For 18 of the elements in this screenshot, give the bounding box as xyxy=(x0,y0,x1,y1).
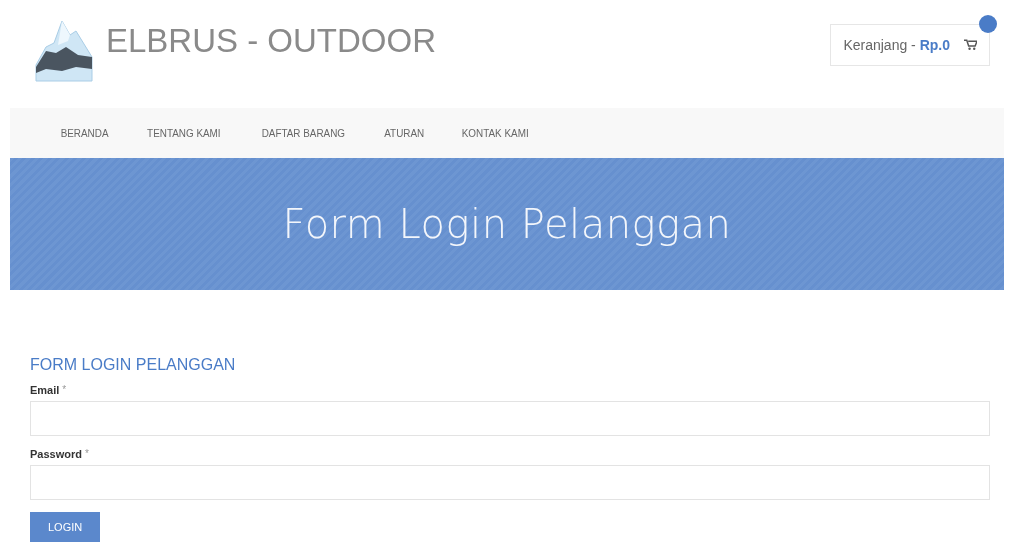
cart-button[interactable]: Keranjang - Rp.0 xyxy=(830,24,990,66)
required-mark: * xyxy=(84,448,89,460)
field-label: Password xyxy=(30,448,82,460)
site-title[interactable]: ELBRUS - OUTDOOR xyxy=(106,22,437,60)
input-field[interactable] xyxy=(30,401,990,436)
login-button[interactable]: LOGIN xyxy=(30,512,101,542)
nav-link[interactable]: DAFTAR BARANG xyxy=(261,127,345,139)
banner-title: Form Login Pelanggan xyxy=(282,201,732,247)
nav-link[interactable]: ATURAN xyxy=(383,127,424,139)
nav-link[interactable]: TENTANG KAMI xyxy=(147,127,221,139)
notification-dot xyxy=(979,15,997,33)
nav-link[interactable]: BERANDA xyxy=(60,127,109,139)
field-label: Email xyxy=(30,384,60,396)
required-mark: * xyxy=(62,384,67,396)
cart-icon xyxy=(964,39,977,51)
input-field[interactable] xyxy=(30,465,990,500)
nav-link[interactable]: KONTAK KAMI xyxy=(461,127,529,139)
form-heading: FORM LOGIN PELANGGAN xyxy=(30,356,237,374)
